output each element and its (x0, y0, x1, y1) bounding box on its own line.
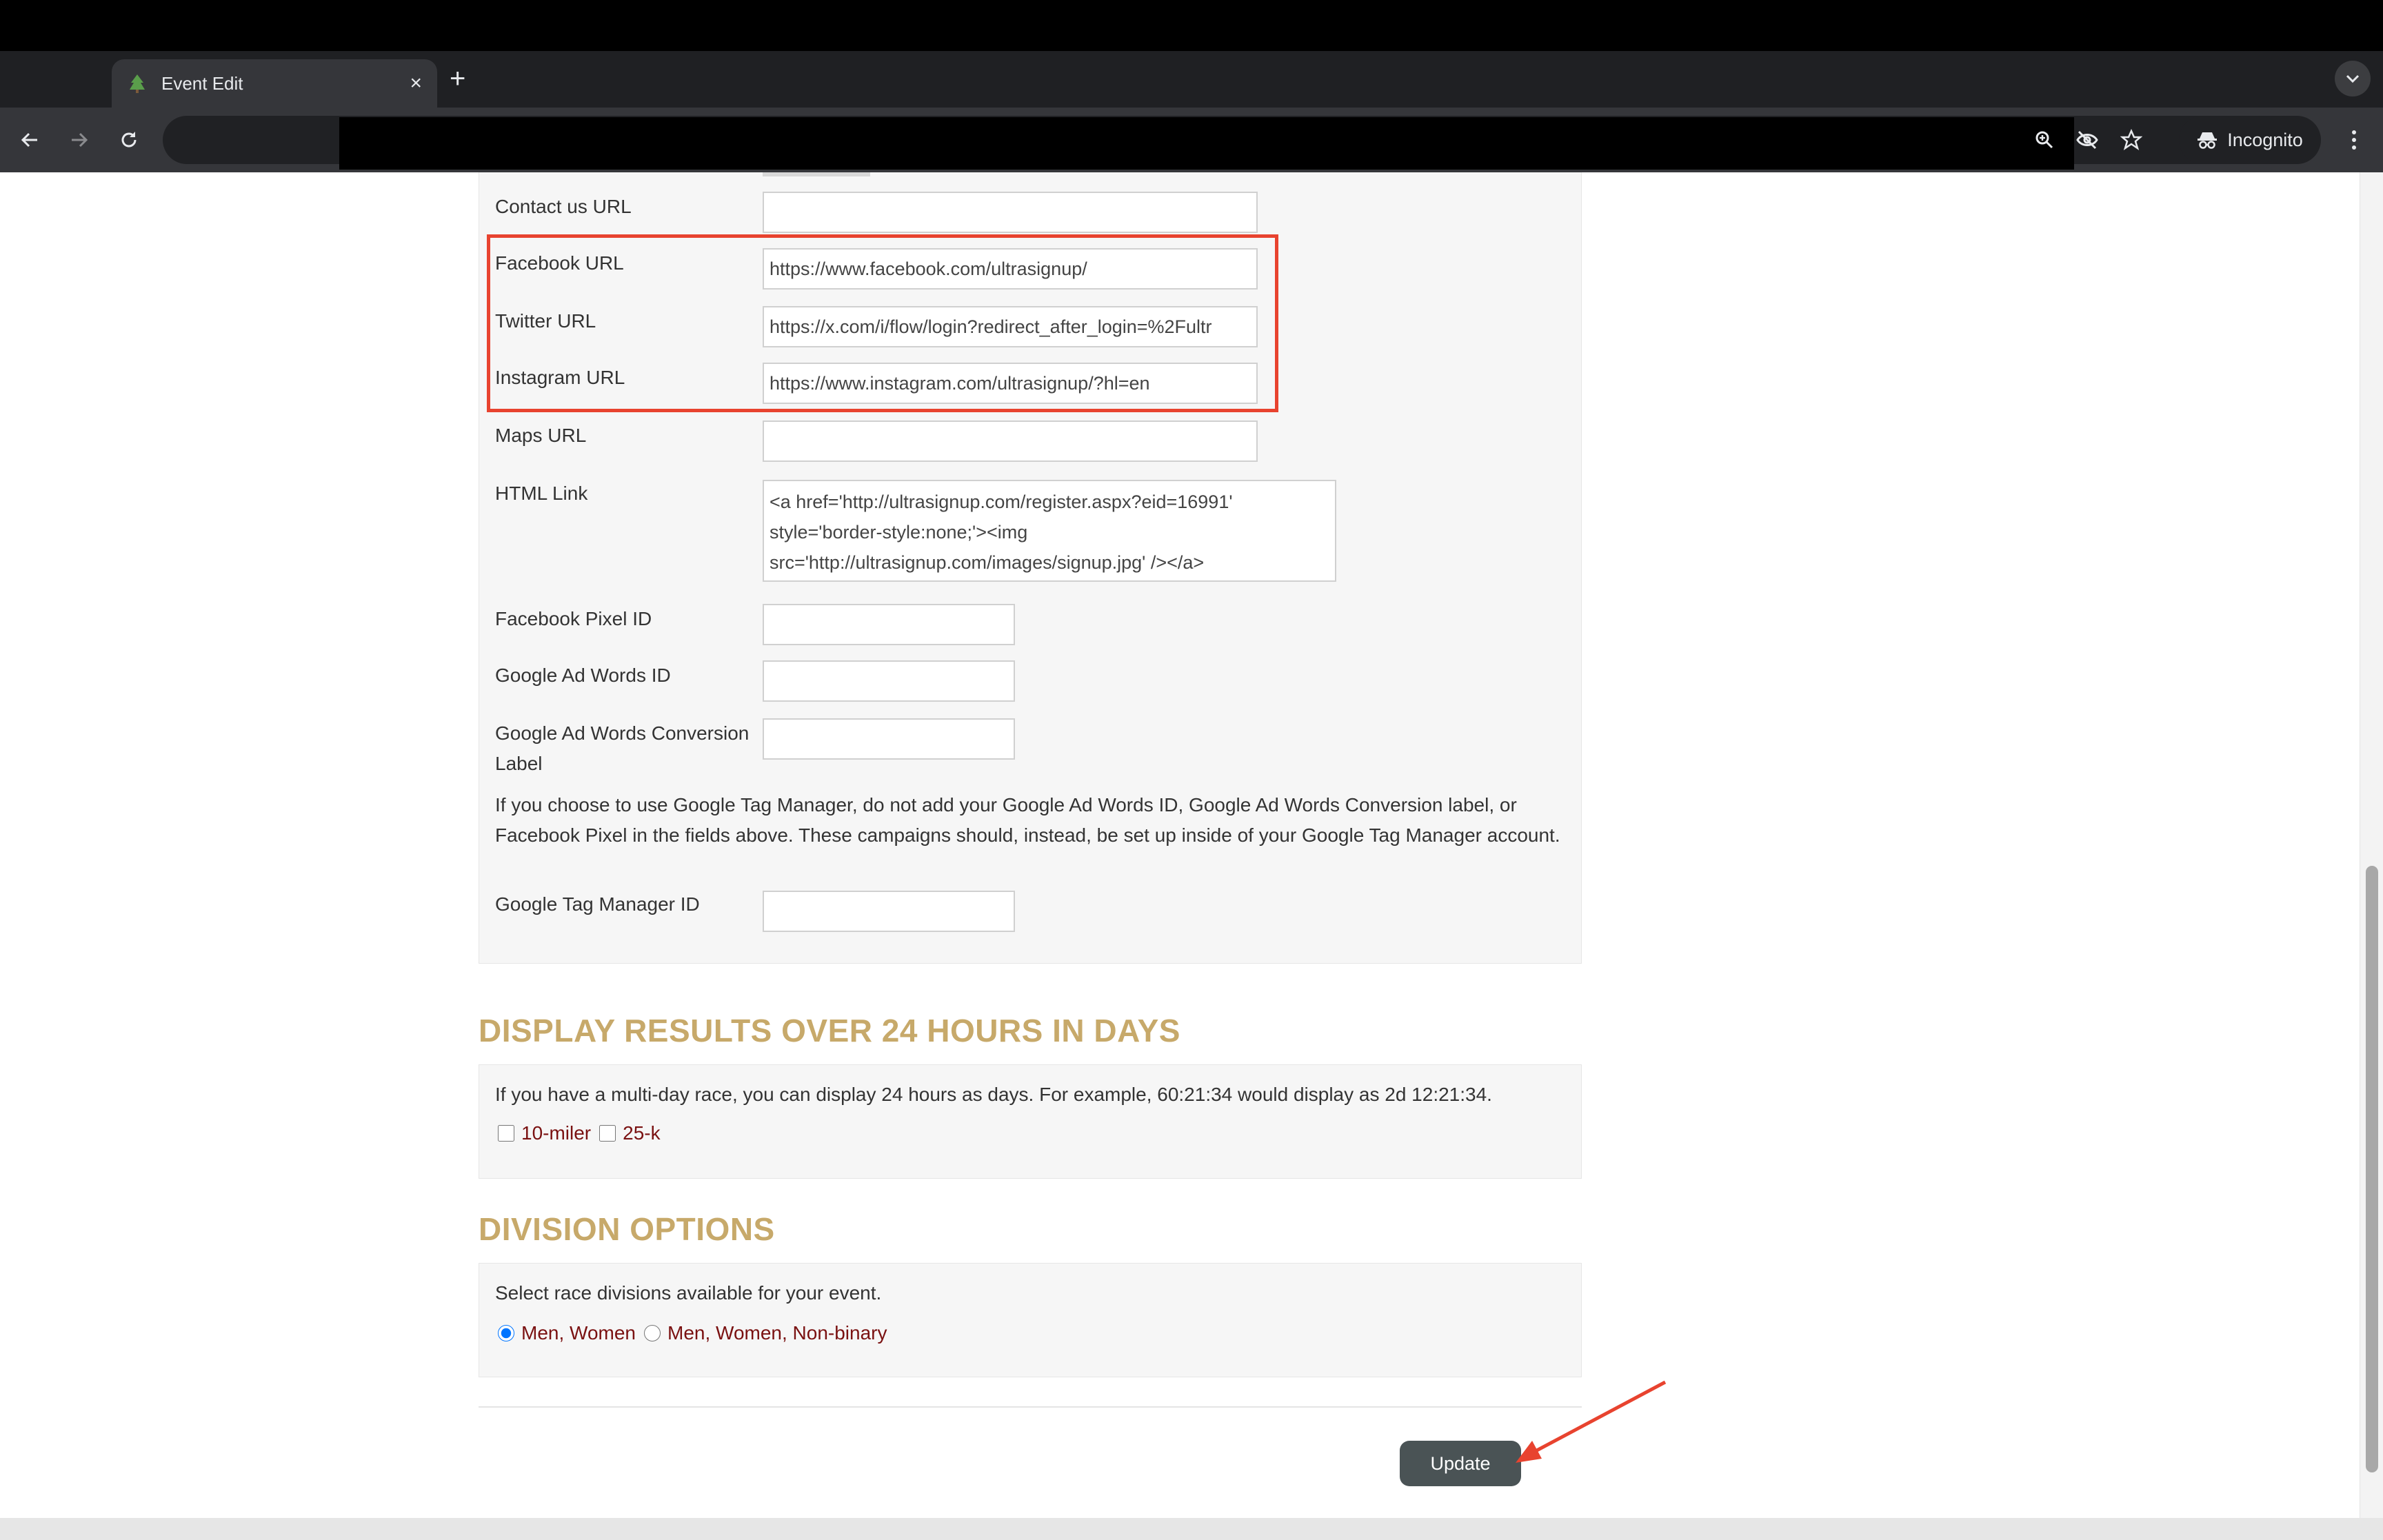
maps-url-input[interactable] (763, 421, 1258, 462)
tab-search-button[interactable] (2335, 61, 2371, 97)
gtm-note: If you choose to use Google Tag Manager,… (495, 794, 1560, 846)
reload-button[interactable] (112, 123, 146, 157)
maps-url-label: Maps URL (495, 425, 587, 446)
radio-men-women[interactable] (498, 1325, 514, 1341)
incognito-indicator[interactable]: Incognito (2179, 116, 2321, 164)
incognito-label: Incognito (2227, 129, 2303, 150)
back-button[interactable] (12, 123, 47, 157)
update-button[interactable]: Update (1400, 1441, 1521, 1486)
zoom-button[interactable] (2027, 123, 2062, 157)
label-men-women-nonbinary[interactable]: Men, Women, Non-binary (667, 1322, 887, 1344)
page-footer-bar (0, 1518, 2383, 1540)
label-25-k[interactable]: 25-k (623, 1122, 660, 1144)
tab-event-edit[interactable]: Event Edit × (112, 59, 437, 108)
tab-close-icon[interactable]: × (410, 73, 422, 94)
checkbox-10-miler[interactable] (498, 1125, 514, 1142)
redacted-url (339, 117, 2074, 170)
eye-off-icon (2076, 130, 2098, 150)
incognito-icon (2198, 132, 2218, 149)
html-link-textarea[interactable]: <a href='http://ultrasignup.com/register… (763, 480, 1336, 582)
division-options-radios: Men, Women Men, Women, Non-binary (495, 1318, 893, 1348)
tracking-protection-button[interactable] (2070, 123, 2104, 157)
radio-men-women-nonbinary[interactable] (644, 1325, 661, 1341)
address-bar[interactable] (163, 116, 2231, 170)
gtm-id-input[interactable] (763, 891, 1015, 932)
checkbox-25-k[interactable] (599, 1125, 616, 1142)
forward-arrow-icon (72, 132, 88, 148)
tab-strip: Event Edit × + (0, 51, 2383, 108)
facebook-pixel-label: Facebook Pixel ID (495, 608, 652, 629)
division-options-description: Select race divisions available for your… (495, 1282, 882, 1304)
bookmark-button[interactable] (2114, 123, 2149, 157)
display-results-title: DISPLAY RESULTS OVER 24 HOURS IN DAYS (479, 1013, 1180, 1048)
html-link-label: HTML Link (495, 483, 588, 504)
conversion-label-input[interactable] (763, 718, 1015, 760)
adwords-id-input[interactable] (763, 660, 1015, 702)
social-links-highlight (487, 234, 1278, 412)
annotation-arrow-icon (1516, 1380, 1667, 1463)
contact-url-input[interactable] (763, 192, 1258, 233)
browser-menu-button[interactable] (2340, 123, 2368, 157)
back-arrow-icon (21, 132, 37, 148)
scrollbar-thumb[interactable] (2366, 866, 2378, 1472)
label-10-miler[interactable]: 10-miler (521, 1122, 591, 1144)
form-divider (479, 1406, 1582, 1408)
forward-button[interactable] (62, 123, 97, 157)
screen-top-bar (0, 0, 2383, 51)
page-viewport: Contact us URL Facebook URL Twitter URL … (0, 172, 2360, 1518)
facebook-pixel-input[interactable] (763, 604, 1015, 645)
gtm-id-label: Google Tag Manager ID (495, 893, 700, 915)
display-results-description: If you have a multi-day race, you can di… (495, 1084, 1492, 1105)
chevron-down-icon (2346, 74, 2360, 83)
conversion-label-line2: Label (495, 753, 543, 774)
new-tab-button[interactable]: + (450, 63, 465, 94)
reload-icon (121, 132, 137, 148)
more-vertical-icon (2352, 130, 2356, 150)
tree-favicon-icon (130, 74, 145, 93)
previous-field-edge (763, 172, 870, 176)
display-results-options: 10-miler 25-k (495, 1118, 666, 1148)
label-men-women[interactable]: Men, Women (521, 1322, 636, 1344)
star-icon (2120, 129, 2142, 150)
browser-toolbar: Incognito (0, 108, 2383, 172)
page-scrollbar[interactable] (2360, 172, 2383, 1518)
division-options-title: DIVISION OPTIONS (479, 1211, 775, 1247)
contact-url-label: Contact us URL (495, 196, 632, 217)
adwords-id-label: Google Ad Words ID (495, 665, 671, 686)
conversion-label-line1: Google Ad Words Conversion (495, 722, 750, 744)
tab-title: Event Edit (161, 72, 243, 94)
zoom-icon (2035, 131, 2053, 149)
